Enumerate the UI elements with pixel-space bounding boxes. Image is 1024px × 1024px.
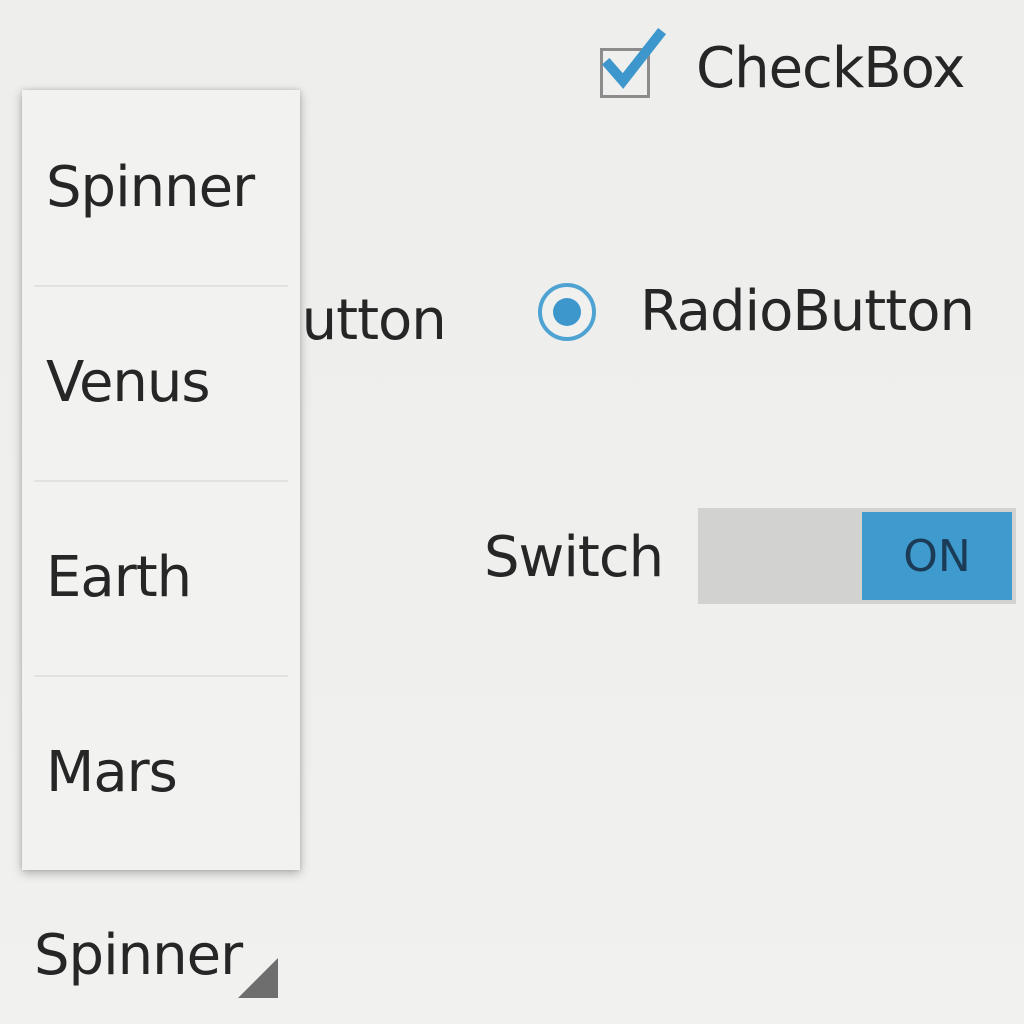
list-item[interactable]: Mars bbox=[22, 675, 300, 870]
checkbox[interactable]: CheckBox bbox=[600, 27, 965, 101]
list-item[interactable]: Earth bbox=[22, 480, 300, 675]
spinner-selected-value: Spinner bbox=[34, 923, 243, 988]
check-icon bbox=[601, 27, 667, 89]
spinner[interactable]: Spinner bbox=[14, 912, 278, 1004]
radio-button[interactable]: RadioButton bbox=[538, 279, 975, 344]
switch-thumb[interactable]: ON bbox=[862, 512, 1012, 600]
spinner-dropdown-list: Spinner Venus Earth Mars bbox=[22, 90, 300, 870]
list-item-label: Mars bbox=[46, 739, 178, 805]
switch-label: Switch bbox=[484, 525, 664, 590]
radio-button-label: RadioButton bbox=[640, 279, 975, 344]
list-item[interactable]: Venus bbox=[22, 285, 300, 480]
checkbox-box[interactable] bbox=[600, 27, 667, 98]
widgets-screen: CheckBox Button RadioButton Switch ON Sp… bbox=[0, 0, 1024, 1024]
radio-selected-dot bbox=[553, 298, 581, 326]
switch-state-text: ON bbox=[903, 530, 971, 582]
dropdown-triangle-icon bbox=[238, 958, 278, 998]
list-item-label: Venus bbox=[46, 349, 211, 415]
list-item-label: Spinner bbox=[46, 154, 255, 220]
checkbox-label: CheckBox bbox=[696, 36, 965, 101]
list-item-label: Earth bbox=[46, 544, 192, 610]
radio-ring[interactable] bbox=[538, 283, 596, 341]
list-item[interactable]: Spinner bbox=[22, 90, 300, 285]
switch-toggle[interactable]: ON bbox=[698, 508, 1016, 604]
